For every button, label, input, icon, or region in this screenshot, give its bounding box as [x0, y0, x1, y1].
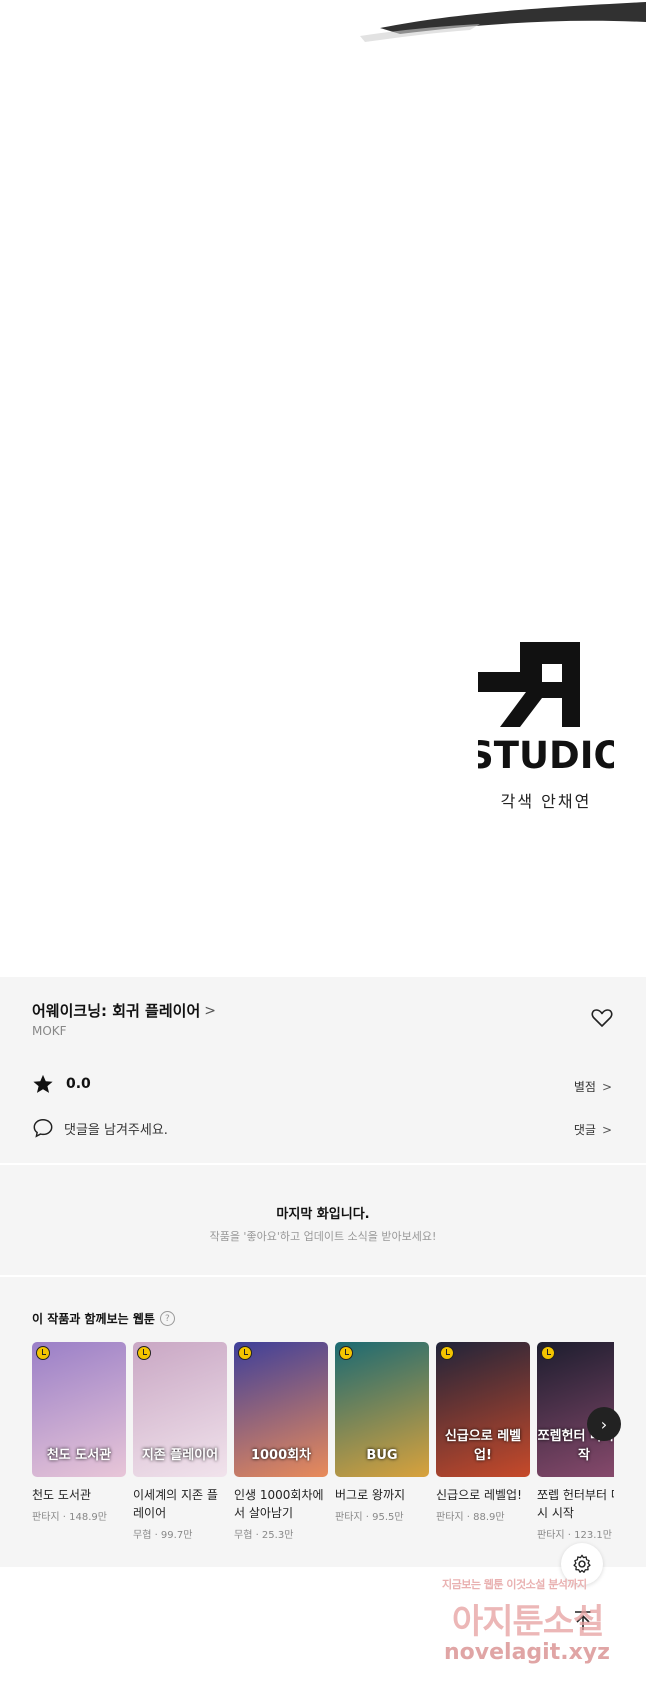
studio-logo: STUDIO: [478, 642, 614, 774]
chevron-right-icon: ›: [600, 1414, 608, 1434]
chevron-right-icon: >: [204, 1002, 216, 1019]
card-meta: 판타지 · 88.9만: [436, 1512, 505, 1523]
card-meta: 판타지 · 123.1만: [537, 1530, 612, 1541]
series-title: 어웨이크닝: 회귀 플레이어: [32, 1002, 201, 1020]
card-title[interactable]: 천도 도서관: [32, 1486, 126, 1504]
comment-link[interactable]: 댓글 >: [574, 1121, 612, 1138]
cover-thumbnail[interactable]: 신급으로 레벨업!: [436, 1342, 530, 1477]
card-title[interactable]: 신급으로 레벨업!: [436, 1486, 530, 1504]
card-meta: 무협 · 99.7만: [133, 1530, 193, 1541]
comment-row[interactable]: 댓글을 남겨주세요.: [32, 1117, 168, 1139]
watermark-url: novelagit.xyz: [444, 1640, 610, 1665]
rate-link-label: 별점: [573, 1080, 596, 1094]
recommendation-card[interactable]: 신급으로 레벨업! 신급으로 레벨업! 판타지 · 88.9만: [436, 1342, 530, 1523]
recommendation-heading: 이 작품과 함께보는 웹툰 ?: [32, 1310, 175, 1327]
cover-title-art: BUG: [366, 1448, 398, 1463]
card-meta: 판타지 · 148.9만: [32, 1512, 107, 1523]
cover-title-art: 천도 도서관: [46, 1448, 112, 1463]
last-episode-subtitle: 작품을 '좋아요'하고 업데이트 소식을 받아보세요!: [209, 1230, 437, 1243]
card-meta: 무협 · 25.3만: [234, 1530, 294, 1541]
cover-thumbnail[interactable]: 1000회차: [234, 1342, 328, 1477]
wait-free-clock-icon: [440, 1346, 454, 1360]
watermark-brand: 아지툰소설: [452, 1602, 604, 1642]
recommendation-card[interactable]: 1000회차인생 1000회차에서 살아남기무협 · 25.3만: [234, 1342, 328, 1541]
cover-title-art: 지존 플레이어: [141, 1448, 219, 1463]
recommendation-card[interactable]: BUG 버그로 왕까지판타지 · 95.5만: [335, 1342, 429, 1523]
webtoon-panel: STUDIO 각색 안채연: [0, 0, 646, 977]
wait-free-clock-icon: [238, 1346, 252, 1360]
heart-icon[interactable]: [590, 1006, 614, 1030]
author-name: MOKF: [32, 1024, 67, 1038]
last-episode-title: 마지막 화입니다.: [276, 1207, 370, 1222]
card-title[interactable]: 버그로 왕까지: [335, 1486, 429, 1504]
cover-title-art: 신급으로 레벨업!: [444, 1429, 522, 1463]
card-title[interactable]: 이세계의 지존 플레이어: [133, 1486, 227, 1522]
adaptation-credit: 각색 안채연: [500, 792, 592, 811]
studio-logo-text: STUDIO: [478, 734, 614, 774]
wait-free-clock-icon: [36, 1346, 50, 1360]
watermark-tagline: 지금보는 웹툰 이것소설 분석까지: [442, 1578, 587, 1591]
recommendation-card[interactable]: 쪼렙헌터 다시 시작쪼렙 헌터부터 다시 시작판타지 · 123.1만: [537, 1342, 614, 1541]
rating-score: 0.0: [66, 1076, 91, 1092]
cover-title-art: 1000회차: [250, 1448, 312, 1463]
wait-free-clock-icon: [541, 1346, 555, 1360]
card-meta: 판타지 · 95.5만: [335, 1512, 404, 1523]
last-episode-notice: 마지막 화입니다. 작품을 '좋아요'하고 업데이트 소식을 받아보세요!: [0, 1165, 646, 1275]
card-title[interactable]: 인생 1000회차에서 살아남기: [234, 1486, 328, 1522]
recommendation-section: 이 작품과 함께보는 웹툰 ? 천도 도서관 천도 도서관 판타지 · 148.9만…: [0, 1277, 646, 1567]
star-icon: [33, 1074, 53, 1093]
help-icon[interactable]: ?: [159, 1311, 175, 1326]
chevron-right-icon: >: [601, 1122, 612, 1137]
chevron-right-icon: >: [601, 1079, 612, 1094]
recommendation-card[interactable]: 천도 도서관 천도 도서관 판타지 · 148.9만: [32, 1342, 126, 1523]
comment-prompt: 댓글을 남겨주세요.: [64, 1122, 168, 1138]
rate-link[interactable]: 별점 >: [574, 1078, 612, 1095]
series-title-link[interactable]: 어웨이크닝: 회귀 플레이어 >: [32, 1000, 216, 1021]
card-title[interactable]: 쪼렙 헌터부터 다시 시작: [537, 1486, 614, 1522]
recommendation-card[interactable]: 지존 플레이어이세계의 지존 플레이어무협 · 99.7만: [133, 1342, 227, 1541]
recommendation-carousel: 천도 도서관 천도 도서관 판타지 · 148.9만 지존 플레이어 이세계의 지존 플…: [32, 1342, 614, 1542]
cover-thumbnail[interactable]: 천도 도서관: [32, 1342, 126, 1477]
comment-link-label: 댓글: [573, 1123, 596, 1137]
cover-thumbnail[interactable]: 지존 플레이어: [133, 1342, 227, 1477]
carousel-next-button[interactable]: ›: [587, 1407, 621, 1441]
rating-row: 0.0: [32, 1073, 91, 1095]
wait-free-clock-icon: [339, 1346, 353, 1360]
wait-free-clock-icon: [137, 1346, 151, 1360]
site-watermark: 지금보는 웹툰 이것소설 분석까지 아지툰소설 novelagit.xyz: [442, 1570, 646, 1684]
brush-stroke-art: [360, 2, 646, 42]
cover-thumbnail[interactable]: BUG: [335, 1342, 429, 1477]
speech-bubble-icon: [33, 1119, 53, 1138]
recommendation-title: 이 작품과 함께보는 웹툰: [32, 1312, 155, 1326]
